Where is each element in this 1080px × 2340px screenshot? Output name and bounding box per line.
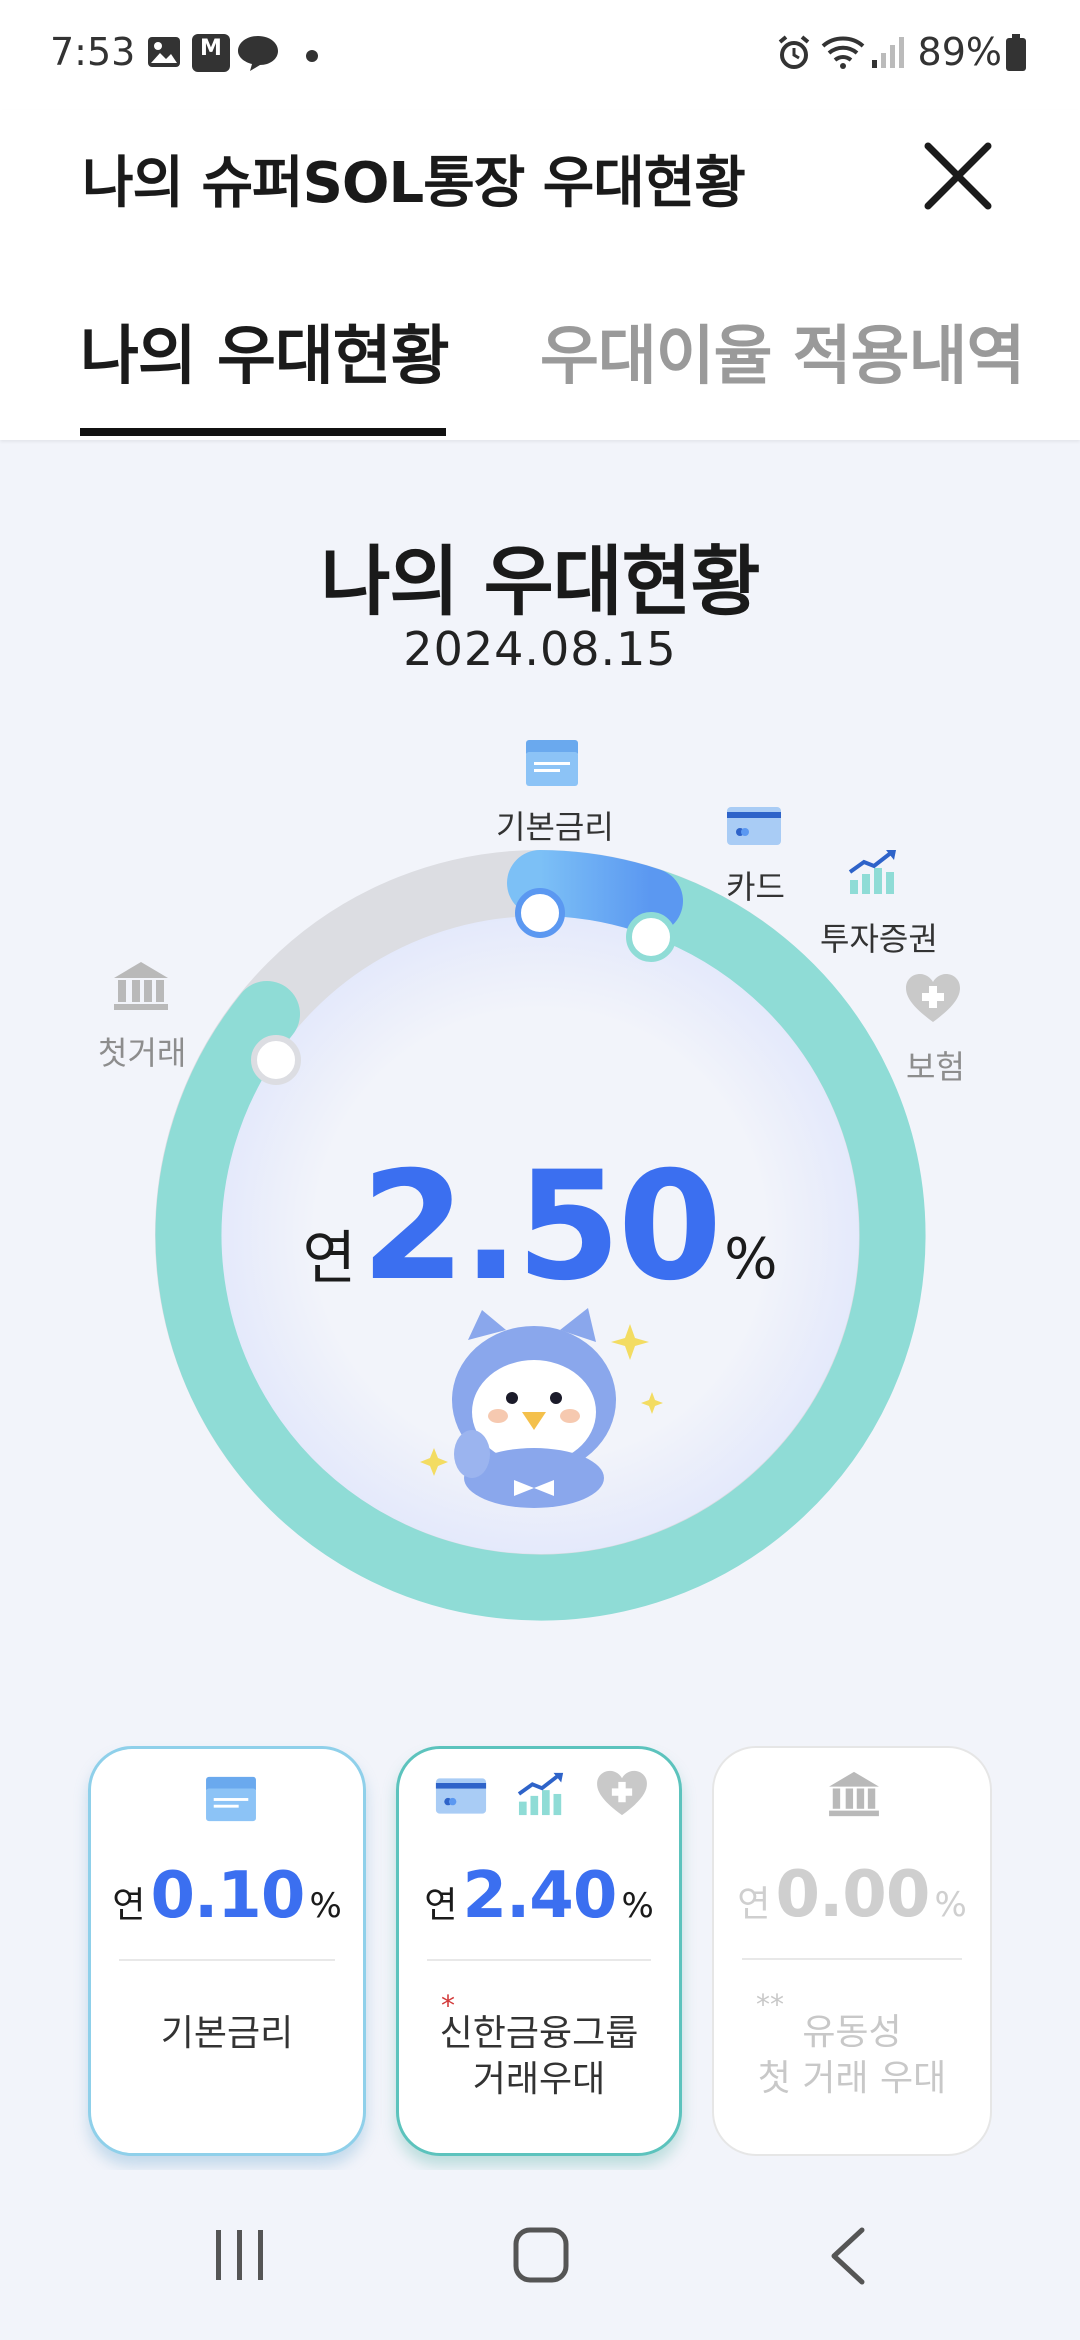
ring-knob-first-trade	[251, 1035, 301, 1085]
card-icon	[435, 1778, 487, 1814]
ring-label-card: 카드	[726, 868, 785, 906]
close-icon[interactable]	[918, 136, 998, 216]
card-icon	[727, 807, 781, 845]
tab-active-indicator	[80, 428, 446, 436]
card-rate-unit: %	[309, 1886, 342, 1926]
investment-chart-icon	[517, 1772, 564, 1816]
alarm-icon	[778, 35, 810, 69]
benefit-card-base[interactable]: 연 0.10 % 기본금리	[88, 1746, 366, 2156]
rate-unit: %	[724, 1227, 778, 1292]
base-rate-icon	[526, 740, 578, 786]
summary-title: 나의 우대현황	[320, 537, 761, 626]
summary-date: 2024.08.15	[403, 622, 677, 676]
card-rate-prefix: 연	[112, 1885, 146, 1926]
rate-prefix: 연	[302, 1224, 356, 1292]
card-label-line2: 거래우대	[472, 2059, 606, 2100]
card-label: 유동성 첫 거래 우대	[714, 2010, 990, 2102]
wifi-icon	[821, 36, 865, 69]
rate-value: 2.50	[361, 1140, 722, 1314]
card-rate: 연 2.40 %	[399, 1859, 679, 1933]
total-rate: 연 2.50 %	[0, 1140, 1080, 1314]
chat-bubble-icon	[238, 36, 278, 71]
card-divider	[119, 1959, 335, 1961]
ring-label-first-trade: 첫거래	[98, 1034, 187, 1072]
benefit-card-first-trade[interactable]: 연 0.00 % ** 유동성 첫 거래 우대	[712, 1746, 992, 2156]
card-rate-unit: %	[934, 1885, 967, 1925]
card-label-line1: 신한금융그룹	[439, 2013, 639, 2054]
card-rate: 연 0.00 %	[714, 1858, 990, 1932]
ring-knob-teal	[626, 912, 676, 962]
home-icon[interactable]	[512, 2226, 570, 2284]
card-divider	[427, 1959, 651, 1961]
page-title: 나의 슈퍼SOL통장 우대현황	[82, 151, 746, 216]
bank-icon	[114, 962, 168, 1010]
signal-icon	[872, 37, 904, 68]
status-bar: 7:53 M 89%	[0, 0, 1080, 110]
card-rate-value: 0.00	[775, 1858, 930, 1932]
card-label-line2: 첫 거래 우대	[757, 2058, 947, 2099]
ring-label-investment: 투자증권	[820, 920, 938, 958]
card-rate-prefix: 연	[424, 1885, 458, 1926]
battery-percent: 89%	[917, 30, 1002, 74]
recent-apps-icon[interactable]	[210, 2228, 270, 2284]
base-rate-icon	[206, 1776, 256, 1822]
status-time: 7:53	[50, 30, 136, 74]
card-rate-value: 0.10	[150, 1859, 305, 1933]
card-divider	[742, 1958, 962, 1960]
card-rate-unit: %	[621, 1886, 654, 1926]
mascot-image	[420, 1308, 663, 1508]
back-icon[interactable]	[826, 2226, 870, 2286]
card-label-line1: 유동성	[802, 2012, 902, 2053]
ring-label-insurance: 보험	[906, 1048, 965, 1086]
bank-icon	[829, 1771, 879, 1817]
tab-my-benefits[interactable]: 나의 우대현황	[80, 305, 450, 397]
battery-icon	[1006, 34, 1026, 71]
card-rate: 연 0.10 %	[91, 1859, 363, 1933]
card-rate-value: 2.40	[462, 1859, 617, 1933]
insurance-heart-icon	[906, 974, 960, 1022]
investment-chart-icon	[848, 850, 896, 894]
tab-rate-history[interactable]: 우대이율 적용내역	[540, 305, 1025, 397]
stock-badge-text: M	[200, 36, 222, 61]
stock-app-icon: M	[192, 34, 230, 72]
card-label: 신한금융그룹 거래우대	[399, 2011, 679, 2103]
ring-label-base: 기본금리	[496, 808, 614, 846]
card-label: 기본금리	[160, 2013, 294, 2054]
benefit-card-shinhan[interactable]: 연 2.40 % * 신한금융그룹 거래우대	[396, 1746, 682, 2156]
system-nav-bar	[0, 2170, 1080, 2340]
notification-dot	[306, 50, 318, 62]
ring-knob-base	[515, 888, 565, 938]
insurance-heart-icon	[597, 1770, 647, 1816]
gallery-icon	[148, 37, 180, 67]
card-rate-prefix: 연	[737, 1884, 771, 1925]
